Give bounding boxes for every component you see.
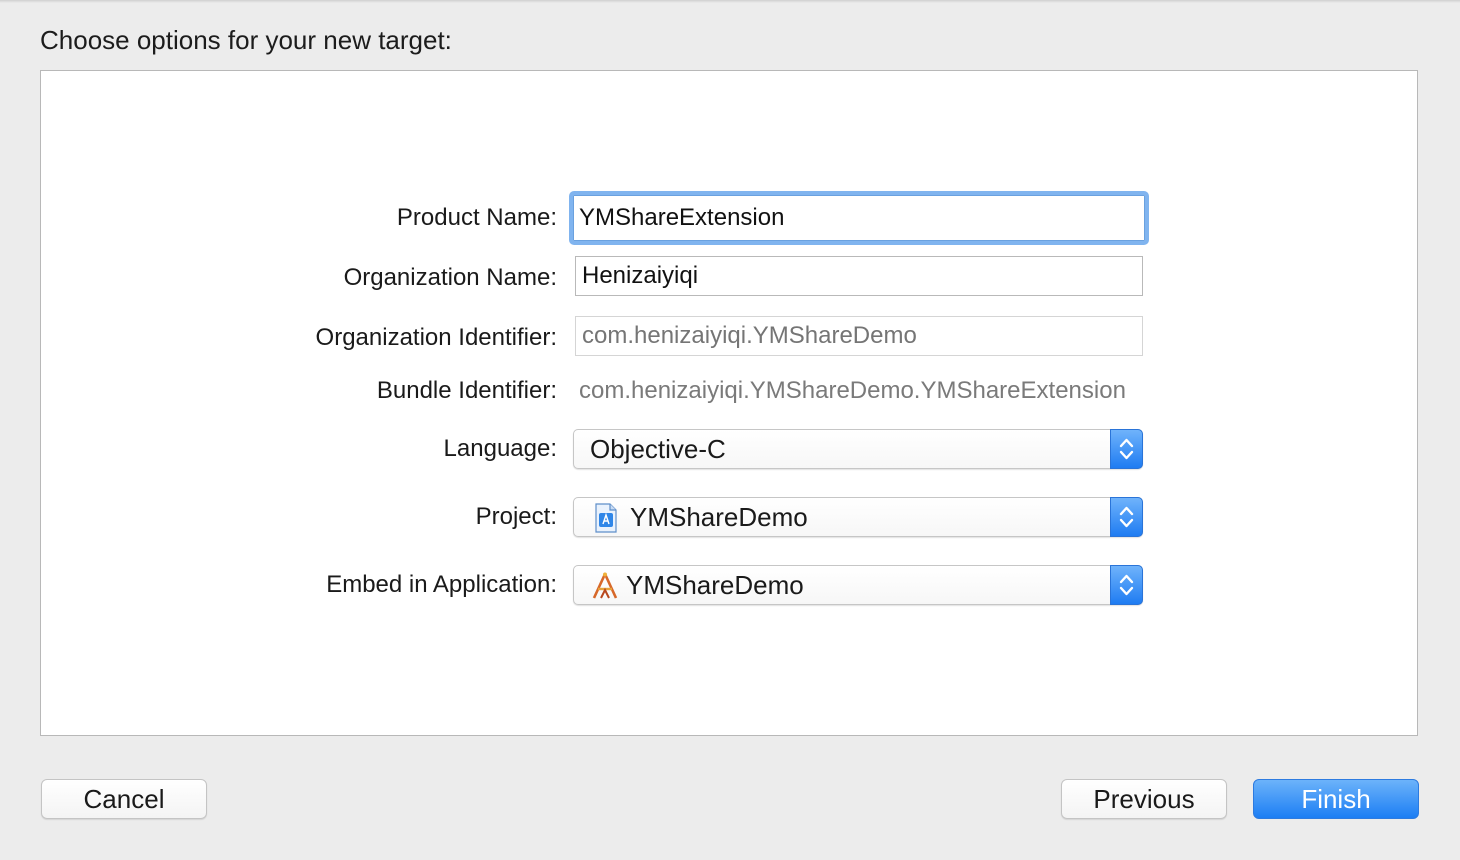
language-popup[interactable]: Objective-C bbox=[573, 429, 1143, 469]
organization-name-input[interactable] bbox=[575, 256, 1143, 296]
language-stepper[interactable] bbox=[1110, 429, 1143, 469]
cancel-button[interactable]: Cancel bbox=[41, 779, 207, 819]
organization-identifier-input[interactable] bbox=[575, 316, 1143, 356]
previous-button[interactable]: Previous bbox=[1061, 779, 1227, 819]
language-label: Language: bbox=[443, 435, 557, 462]
project-selected: YMShareDemo bbox=[630, 502, 808, 532]
dialog-heading: Choose options for your new target: bbox=[40, 25, 452, 55]
embed-in-application-label: Embed in Application: bbox=[326, 571, 557, 598]
up-down-arrows-icon bbox=[1119, 506, 1134, 528]
options-panel: Product Name: Organization Name: Organiz… bbox=[40, 70, 1418, 736]
xcode-project-icon bbox=[595, 503, 617, 533]
organization-identifier-label: Organization Identifier: bbox=[315, 324, 557, 351]
up-down-arrows-icon bbox=[1119, 574, 1134, 596]
project-stepper[interactable] bbox=[1110, 497, 1143, 537]
up-down-arrows-icon bbox=[1119, 438, 1134, 460]
product-name-input[interactable] bbox=[569, 191, 1149, 245]
finish-button[interactable]: Finish bbox=[1253, 779, 1419, 819]
product-name-label: Product Name: bbox=[396, 204, 557, 231]
organization-name-label: Organization Name: bbox=[343, 264, 557, 291]
bundle-identifier-value: com.henizaiyiqi.YMShareDemo.YMShareExten… bbox=[579, 377, 1126, 404]
project-popup[interactable]: YMShareDemo bbox=[573, 497, 1143, 537]
window-top-edge bbox=[0, 0, 1460, 3]
embed-in-application-selected: YMShareDemo bbox=[626, 570, 804, 600]
app-icon bbox=[592, 572, 618, 599]
embed-in-application-popup[interactable]: YMShareDemo bbox=[573, 565, 1143, 605]
embed-in-application-stepper[interactable] bbox=[1110, 565, 1143, 605]
project-label: Project: bbox=[475, 503, 557, 530]
language-selected: Objective-C bbox=[590, 434, 726, 464]
bundle-identifier-label: Bundle Identifier: bbox=[376, 377, 557, 404]
